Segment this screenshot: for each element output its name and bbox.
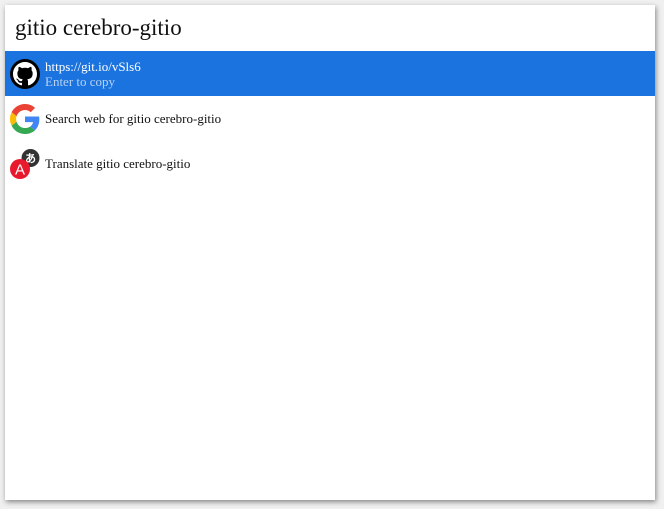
search-input[interactable] <box>15 15 635 41</box>
result-title: Translate gitio cerebro-gitio <box>45 156 191 171</box>
translate-icon: あ A <box>10 148 40 179</box>
result-item-translate[interactable]: あ A Translate gitio cerebro-gitio <box>5 141 655 186</box>
result-item-gitio-link[interactable]: https://git.io/vSls6 Enter to copy <box>5 51 655 96</box>
search-bar <box>5 5 655 51</box>
results-list: https://git.io/vSls6 Enter to copy Searc… <box>5 51 655 186</box>
result-text: https://git.io/vSls6 Enter to copy <box>45 59 141 89</box>
result-title: Search web for gitio cerebro-gitio <box>45 111 222 126</box>
result-text: Translate gitio cerebro-gitio <box>45 156 190 171</box>
github-icon <box>10 58 40 89</box>
result-item-web-search[interactable]: Search web for gitio cerebro-gitio <box>5 96 655 141</box>
result-title: https://git.io/vSls6 <box>45 58 141 74</box>
launcher-window: https://git.io/vSls6 Enter to copy Searc… <box>5 5 655 500</box>
google-icon <box>10 103 40 134</box>
svg-text:A: A <box>15 161 25 178</box>
result-subtitle: Enter to copy <box>45 73 116 89</box>
result-text: Search web for gitio cerebro-gitio <box>45 111 221 126</box>
